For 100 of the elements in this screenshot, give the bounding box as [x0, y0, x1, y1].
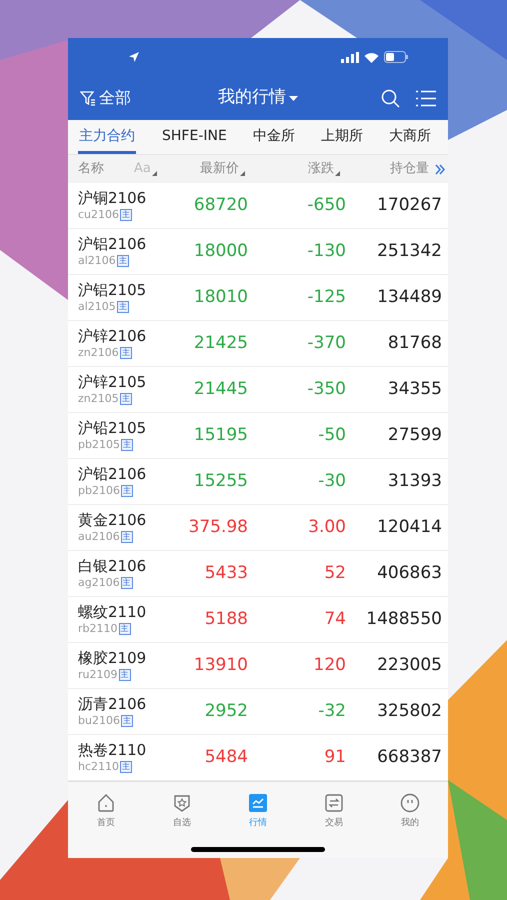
signal-icon [341, 52, 359, 62]
line-chart-icon [248, 792, 268, 812]
battery-icon [384, 51, 408, 63]
bottom-nav-tab[interactable]: 交易 [296, 792, 372, 830]
open-interest: 170267 [376, 194, 442, 217]
exchange-tab[interactable]: 大商所 [388, 120, 431, 154]
contract-name: 沪铅2106 [78, 466, 148, 482]
main-contract-badge: 主 [120, 714, 133, 726]
main-contract-badge: 主 [120, 438, 133, 450]
main-contract-badge: 主 [120, 576, 133, 588]
caret-icon [289, 96, 298, 100]
latest-price: 5188 [204, 608, 248, 631]
sort-icon [240, 170, 245, 176]
latest-price: 15255 [192, 470, 248, 493]
contract-name: 白银2106 [78, 558, 148, 574]
contract-code: hc2110 [78, 761, 120, 772]
latest-price: 13910 [192, 654, 248, 677]
filter-icon [80, 90, 96, 106]
latest-price: 21425 [192, 332, 248, 355]
contract-name: 沪锌2106 [78, 328, 148, 344]
title-dropdown[interactable]: 我的行情 [218, 85, 298, 111]
filter-button[interactable]: 全部 [80, 86, 131, 110]
bottom-nav-tab[interactable]: 自选 [144, 792, 220, 830]
contract-code: zn2105 [78, 393, 119, 404]
contract-name: 沪铅2105 [78, 420, 148, 436]
exchange-tab[interactable]: 上期所 [320, 120, 363, 154]
price-change: 52 [323, 562, 346, 585]
open-interest: 251342 [376, 240, 442, 263]
price-change: -350 [306, 378, 346, 401]
swap-arrows-icon [324, 792, 344, 812]
exchange-tab[interactable]: 中金所 [252, 120, 295, 154]
contract-name: 热卷2110 [78, 742, 148, 758]
wifi-icon [364, 52, 379, 62]
open-interest: 1488550 [365, 608, 442, 631]
contract-name: 沪铝2106 [78, 236, 148, 252]
main-contract-badge: 主 [118, 668, 130, 680]
price-change: -32 [317, 700, 346, 723]
main-contract-badge: 主 [118, 622, 130, 634]
contract-code: zn2106 [78, 347, 119, 358]
price-change: -130 [306, 240, 346, 263]
contract-code: ru2109 [78, 669, 118, 680]
contract-code: al2106 [78, 255, 116, 266]
search-icon[interactable] [381, 88, 400, 108]
price-change: -30 [317, 470, 346, 493]
menu-icon[interactable] [416, 90, 436, 106]
contract-name: 沥青2106 [78, 696, 148, 712]
open-interest: 81768 [386, 332, 442, 355]
contract-name: 橡胶2109 [78, 650, 148, 666]
main-contract-badge: 主 [116, 254, 129, 266]
latest-price: 5433 [204, 562, 248, 585]
price-change: -50 [317, 424, 346, 447]
bottom-nav-tab[interactable]: 首页 [68, 792, 144, 830]
contract-code: pb2106 [78, 485, 120, 496]
open-interest: 31393 [386, 470, 442, 493]
price-change: 120 [312, 654, 346, 677]
main-contract-badge: 主 [120, 760, 132, 772]
contract-code: al2105 [78, 301, 116, 312]
open-interest: 27599 [386, 424, 442, 447]
sort-icon [152, 170, 157, 176]
price-change: 3.00 [307, 516, 346, 539]
open-interest: 325802 [376, 700, 442, 723]
contract-name: 沪锌2105 [78, 374, 148, 390]
contract-code: pb2105 [78, 439, 120, 450]
main-contract-badge: 主 [116, 300, 129, 312]
contract-code: cu2106 [78, 209, 120, 220]
double-chevron-icon[interactable] [435, 164, 445, 174]
contract-code: bu2106 [78, 715, 120, 726]
contract-code: rb2110 [78, 623, 118, 634]
main-contract-badge: 主 [120, 208, 132, 220]
contract-name: 黄金2106 [78, 512, 148, 528]
open-interest: 406863 [376, 562, 442, 585]
open-interest: 134489 [376, 286, 442, 309]
bottom-nav-tab[interactable]: 我的 [372, 792, 448, 830]
contract-name: 沪铜2106 [78, 190, 148, 206]
contract-name: 沪铝2105 [78, 282, 148, 298]
latest-price: 68720 [192, 194, 248, 217]
latest-price: 21445 [192, 378, 248, 401]
latest-price: 18000 [192, 240, 248, 263]
latest-price: 2952 [204, 700, 248, 723]
open-interest: 34355 [386, 378, 442, 401]
open-interest: 668387 [376, 746, 442, 769]
contract-name: 螺纹2110 [78, 604, 148, 620]
latest-price: 375.98 [188, 516, 248, 539]
house-icon [96, 792, 116, 812]
price-change: 91 [323, 746, 346, 769]
contract-code: ag2106 [78, 577, 120, 588]
contract-code: au2106 [78, 531, 120, 542]
main-contract-badge: 主 [120, 530, 133, 542]
main-contract-badge: 主 [120, 392, 132, 404]
latest-price: 18010 [192, 286, 248, 309]
open-interest: 120414 [376, 516, 442, 539]
open-interest: 223005 [376, 654, 442, 677]
latest-price: 5484 [204, 746, 248, 769]
face-icon [400, 792, 420, 812]
price-change: -650 [306, 194, 346, 217]
latest-price: 15195 [192, 424, 248, 447]
price-change: -125 [306, 286, 346, 309]
sort-icon [335, 170, 340, 176]
price-change: 74 [323, 608, 346, 631]
exchange-tab[interactable]: SHFE-INE [162, 120, 227, 154]
